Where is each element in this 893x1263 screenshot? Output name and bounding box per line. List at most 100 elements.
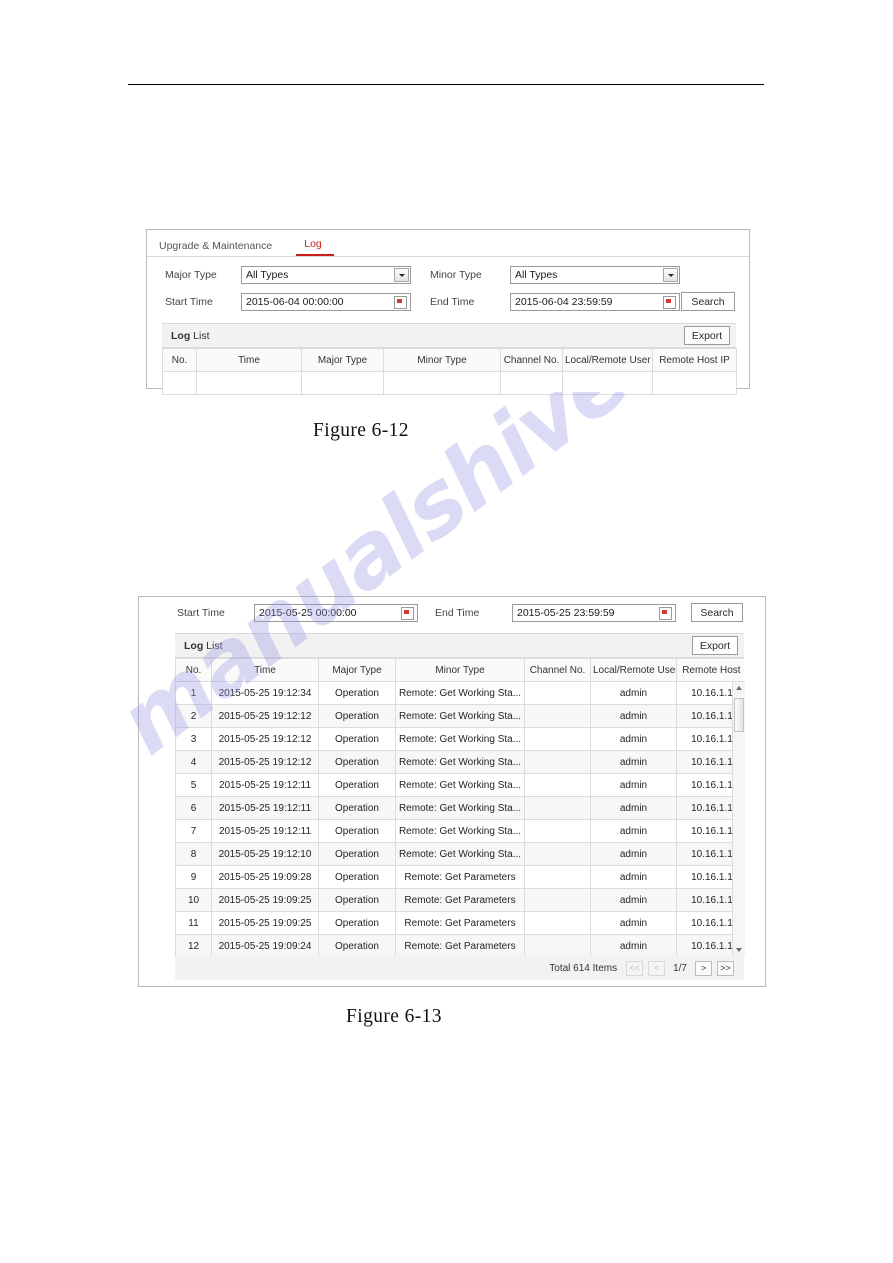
table-scrollbar[interactable] bbox=[732, 682, 745, 956]
log-table: No. Time Major Type Minor Type Channel No. Lo… bbox=[162, 348, 737, 395]
table-cell bbox=[524, 773, 591, 797]
column-header: No. bbox=[162, 348, 197, 372]
table-cell: Operation bbox=[318, 681, 396, 705]
table-row[interactable]: 5 2015-05-25 19:12:11 Operation Remote: Get… bbox=[175, 773, 744, 797]
chevron-down-icon[interactable] bbox=[394, 268, 409, 282]
column-header: Minor Type bbox=[383, 348, 501, 372]
search-button[interactable]: Search bbox=[681, 292, 735, 311]
table-cell: Operation bbox=[318, 888, 396, 912]
table-cell bbox=[524, 911, 591, 935]
calendar-icon[interactable] bbox=[663, 296, 676, 309]
calendar-icon[interactable] bbox=[401, 607, 414, 620]
table-row[interactable]: 2 2015-05-25 19:12:12 Operation Remote: Get… bbox=[175, 704, 744, 728]
table-row[interactable] bbox=[162, 371, 737, 395]
end-time-input[interactable]: 2015-06-04 23:59:59 bbox=[510, 293, 680, 311]
column-header: Channel No. bbox=[500, 348, 563, 372]
table-cell: 5 bbox=[175, 773, 212, 797]
table-cell: admin bbox=[590, 888, 677, 912]
column-header: Remote Host IP bbox=[676, 658, 744, 682]
prev-page-button[interactable]: < bbox=[648, 960, 666, 976]
table-cell: Remote: Get Working Sta... bbox=[395, 750, 525, 774]
search-button[interactable]: Search bbox=[691, 603, 743, 622]
table-cell bbox=[301, 371, 384, 395]
table-row[interactable]: 10 2015-05-25 19:09:25 Operation Remote: Ge… bbox=[175, 888, 744, 912]
table-cell bbox=[500, 371, 563, 395]
tab-log[interactable]: Log bbox=[296, 238, 334, 256]
calendar-icon[interactable] bbox=[394, 296, 407, 309]
log-list-title-rest: List bbox=[190, 329, 210, 342]
log-table: No. Time Major Type Minor Type Channel No. Lo… bbox=[175, 658, 744, 956]
minor-type-value: All Types bbox=[515, 269, 558, 281]
table-row[interactable]: 4 2015-05-25 19:12:12 Operation Remote: Get… bbox=[175, 750, 744, 774]
table-body: 1 2015-05-25 19:12:34 Operation Remote: Get… bbox=[175, 681, 744, 956]
table-cell: Remote: Get Working Sta... bbox=[395, 796, 525, 820]
table-cell bbox=[562, 371, 653, 395]
table-row[interactable]: 9 2015-05-25 19:09:28 Operation Remote: Get… bbox=[175, 865, 744, 889]
table-cell: 7 bbox=[175, 819, 212, 843]
start-time-input[interactable]: 2015-06-04 00:00:00 bbox=[241, 293, 411, 311]
table-cell: admin bbox=[590, 911, 677, 935]
table-row[interactable]: 7 2015-05-25 19:12:11 Operation Remote: Get… bbox=[175, 819, 744, 843]
table-cell bbox=[524, 888, 591, 912]
table-cell: 2015-05-25 19:12:12 bbox=[211, 704, 319, 728]
pagination-bar: Total 614 Items << < 1/7 > >> bbox=[175, 956, 744, 980]
table-cell: Remote: Get Working Sta... bbox=[395, 681, 525, 705]
table-cell: admin bbox=[590, 819, 677, 843]
log-list-header-bar: Log List Export bbox=[175, 633, 744, 658]
last-page-button[interactable]: >> bbox=[717, 960, 734, 976]
table-cell: 2015-05-25 19:09:25 bbox=[211, 911, 319, 935]
total-items-label: Total 614 Items bbox=[549, 962, 618, 974]
log-list-header-bar: Log List Export bbox=[162, 323, 736, 348]
table-cell: Operation bbox=[318, 934, 396, 956]
table-cell: 2015-05-25 19:12:10 bbox=[211, 842, 319, 866]
table-cell bbox=[196, 371, 302, 395]
end-time-input[interactable]: 2015-05-25 23:59:59 bbox=[512, 604, 676, 622]
table-cell: Remote: Get Parameters bbox=[395, 911, 525, 935]
log-list-title: Log List bbox=[184, 640, 223, 652]
end-time-value: 2015-05-25 23:59:59 bbox=[517, 607, 615, 619]
page-indicator: 1/7 bbox=[673, 962, 687, 974]
scrollbar-thumb[interactable] bbox=[734, 698, 744, 732]
table-cell: 2015-05-25 19:12:12 bbox=[211, 750, 319, 774]
calendar-icon[interactable] bbox=[659, 607, 672, 620]
table-cell: Remote: Get Working Sta... bbox=[395, 842, 525, 866]
chevron-down-icon[interactable] bbox=[663, 268, 678, 282]
first-page-button[interactable]: << bbox=[626, 960, 644, 976]
table-cell bbox=[524, 750, 591, 774]
table-cell: Operation bbox=[318, 750, 396, 774]
table-cell: Remote: Get Parameters bbox=[395, 934, 525, 956]
table-row[interactable]: 8 2015-05-25 19:12:10 Operation Remote: Get… bbox=[175, 842, 744, 866]
tab-upgrade-maintenance[interactable]: Upgrade & Maintenance bbox=[155, 240, 282, 256]
column-header: Remote Host IP bbox=[652, 348, 737, 372]
export-button[interactable]: Export bbox=[692, 636, 738, 655]
table-row[interactable]: 11 2015-05-25 19:09:25 Operation Remote: Ge… bbox=[175, 911, 744, 935]
table-row[interactable]: 3 2015-05-25 19:12:12 Operation Remote: Get… bbox=[175, 727, 744, 751]
table-cell: admin bbox=[590, 934, 677, 956]
table-cell bbox=[524, 934, 591, 956]
table-cell: admin bbox=[590, 773, 677, 797]
table-cell: Operation bbox=[318, 704, 396, 728]
table-cell: admin bbox=[590, 865, 677, 889]
export-button[interactable]: Export bbox=[684, 326, 730, 345]
minor-type-select[interactable]: All Types bbox=[510, 266, 680, 284]
next-page-button[interactable]: > bbox=[695, 960, 712, 976]
table-cell: admin bbox=[590, 727, 677, 751]
start-time-input[interactable]: 2015-05-25 00:00:00 bbox=[254, 604, 418, 622]
table-cell: Remote: Get Working Sta... bbox=[395, 704, 525, 728]
table-cell: 2 bbox=[175, 704, 212, 728]
table-row[interactable]: 12 2015-05-25 19:09:24 Operation Remote: Ge… bbox=[175, 934, 744, 956]
major-type-select[interactable]: All Types bbox=[241, 266, 411, 284]
table-row[interactable]: 6 2015-05-25 19:12:11 Operation Remote: Get… bbox=[175, 796, 744, 820]
table-cell: 11 bbox=[175, 911, 212, 935]
table-row[interactable]: 1 2015-05-25 19:12:34 Operation Remote: Get… bbox=[175, 681, 744, 705]
scroll-down-icon[interactable] bbox=[733, 944, 745, 956]
log-list-title: Log List bbox=[171, 330, 210, 342]
start-time-value: 2015-05-25 00:00:00 bbox=[259, 607, 357, 619]
table-cell: 2015-05-25 19:12:11 bbox=[211, 819, 319, 843]
table-cell: admin bbox=[590, 681, 677, 705]
scroll-up-icon[interactable] bbox=[733, 682, 745, 694]
type-filter-row: Major Type All Types Minor Type All Type… bbox=[147, 266, 749, 291]
table-cell bbox=[524, 704, 591, 728]
table-cell: Remote: Get Working Sta... bbox=[395, 773, 525, 797]
table-cell: Remote: Get Parameters bbox=[395, 865, 525, 889]
